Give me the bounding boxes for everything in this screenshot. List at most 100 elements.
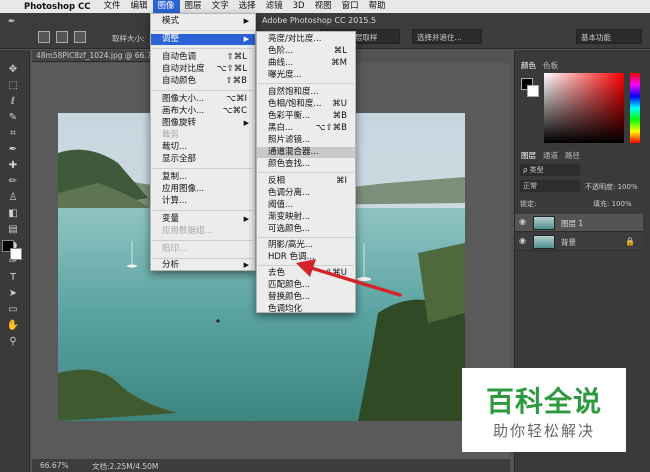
menu-item-vibrance[interactable]: 自然饱和度... bbox=[257, 87, 355, 98]
menu-item-variables[interactable]: 变量 ▶ bbox=[151, 214, 255, 225]
zoom-level[interactable]: 66.67% bbox=[40, 461, 69, 470]
menu-item-gradient-map[interactable]: 渐变映射... bbox=[257, 212, 355, 223]
panel-background-swatch[interactable] bbox=[527, 85, 539, 97]
eyedropper-tool-icon[interactable]: ✒ bbox=[8, 17, 16, 27]
menu-layer[interactable]: 图层 bbox=[180, 0, 207, 13]
menu-3d[interactable]: 3D bbox=[288, 0, 310, 13]
lasso-tool-icon[interactable]: ℓ bbox=[6, 96, 20, 108]
tab-color[interactable]: 颜色 bbox=[521, 60, 536, 71]
menu-shortcut: ⌥⇧⌘B bbox=[315, 123, 347, 133]
menu-item-auto-contrast[interactable]: 自动对比度 ⌥⇧⌘L bbox=[151, 64, 255, 75]
path-select-icon[interactable]: ➤ bbox=[6, 288, 20, 300]
workspace-select[interactable]: 基本功能 bbox=[576, 29, 642, 44]
menu-item-trim[interactable]: 裁切... bbox=[151, 142, 255, 153]
menu-window[interactable]: 窗口 bbox=[337, 0, 364, 13]
menu-item-image-size[interactable]: 图像大小... ⌥⌘I bbox=[151, 94, 255, 105]
select-and-mask-button[interactable]: 选择并遮住... bbox=[412, 29, 482, 44]
fill-field[interactable]: 填充: 100% bbox=[593, 199, 632, 209]
menu-item-trap[interactable]: 陷印... bbox=[151, 244, 255, 255]
clone-stamp-icon[interactable]: ♙ bbox=[6, 192, 20, 204]
menu-item-threshold[interactable]: 阈值... bbox=[257, 200, 355, 211]
menu-help[interactable]: 帮助 bbox=[364, 0, 391, 13]
menu-item-black-white[interactable]: 黑白... ⌥⇧⌘B bbox=[257, 123, 355, 134]
watermark-title: 百科全说 bbox=[485, 385, 602, 418]
brush-tool-icon[interactable]: ✏ bbox=[6, 176, 20, 188]
menu-file[interactable]: 文件 bbox=[99, 0, 126, 13]
hue-slider[interactable] bbox=[630, 73, 640, 143]
color-picker-field[interactable] bbox=[544, 73, 624, 143]
menu-item-label: 裁剪 bbox=[162, 130, 180, 140]
menu-item-label: 亮度/对比度... bbox=[268, 34, 322, 44]
tab-channels[interactable]: 通道 bbox=[543, 150, 558, 161]
crop-tool-icon[interactable]: ⌗ bbox=[6, 128, 20, 140]
layer-filter-kind[interactable]: ρ 类型 bbox=[520, 164, 580, 176]
subtract-selection-button[interactable] bbox=[74, 31, 86, 43]
menu-item-analysis[interactable]: 分析 ▶ bbox=[151, 260, 255, 271]
eye-icon[interactable]: ◉ bbox=[519, 217, 526, 226]
gradient-tool-icon[interactable]: ▤ bbox=[6, 224, 20, 236]
menu-item-calculations[interactable]: 计算... bbox=[151, 196, 255, 207]
menu-item-apply-data-set[interactable]: 应用数据组... bbox=[151, 226, 255, 237]
menu-item-label: 图像大小... bbox=[162, 94, 205, 104]
menu-filter[interactable]: 滤镜 bbox=[261, 0, 288, 13]
hand-tool-icon[interactable]: ✋ bbox=[6, 320, 20, 332]
opacity-field[interactable]: 不透明度: 100% bbox=[585, 182, 638, 192]
eraser-icon[interactable]: ◧ bbox=[6, 208, 20, 220]
menu-item-label: 色相/饱和度... bbox=[268, 99, 322, 109]
menu-view[interactable]: 视图 bbox=[310, 0, 337, 13]
healing-brush-icon[interactable]: ✚ bbox=[6, 160, 20, 172]
layer-row[interactable]: ◉ 图层 1 bbox=[515, 214, 643, 232]
menu-item-shadows-highlights[interactable]: 阴影/高光... bbox=[257, 240, 355, 251]
menu-item-brightness-contrast[interactable]: 亮度/对比度... bbox=[257, 34, 355, 45]
move-tool-icon[interactable]: ✥ bbox=[6, 64, 20, 76]
menu-item-curves[interactable]: 曲线... ⌘M bbox=[257, 58, 355, 69]
menu-item-channel-mixer[interactable]: 通道混合器... bbox=[257, 147, 355, 158]
zoom-tool-icon[interactable]: ⚲ bbox=[6, 336, 20, 348]
menu-shortcut: ⌥⌘I bbox=[226, 94, 247, 104]
menu-item-invert[interactable]: 反相 ⌘I bbox=[257, 176, 355, 187]
shape-tool-icon[interactable]: ▭ bbox=[6, 304, 20, 316]
add-selection-button[interactable] bbox=[56, 31, 68, 43]
menu-item-label: 可选颜色... bbox=[268, 224, 311, 234]
menu-image[interactable]: 图像 bbox=[152, 0, 180, 13]
quick-select-tool-icon[interactable]: ✎ bbox=[6, 112, 20, 124]
menu-edit[interactable]: 编辑 bbox=[126, 0, 153, 13]
menu-item-levels[interactable]: 色阶... ⌘L bbox=[257, 46, 355, 57]
background-color-swatch[interactable] bbox=[10, 248, 22, 260]
menu-item-color-balance[interactable]: 色彩平衡... ⌘B bbox=[257, 111, 355, 122]
tab-swatches[interactable]: 色板 bbox=[543, 60, 558, 71]
menu-item-canvas-size[interactable]: 画布大小... ⌥⌘C bbox=[151, 106, 255, 117]
blend-mode-select[interactable]: 正常 bbox=[520, 180, 580, 192]
eye-icon[interactable]: ◉ bbox=[519, 236, 526, 245]
layer-row[interactable]: ◉ 背景 🔒 bbox=[515, 233, 643, 251]
menu-item-image-rotation[interactable]: 图像旋转 ▶ bbox=[151, 118, 255, 129]
menu-item-posterize[interactable]: 色调分离... bbox=[257, 188, 355, 199]
menu-item-exposure[interactable]: 曝光度... bbox=[257, 70, 355, 81]
menu-item-label: 通道混合器... bbox=[268, 147, 319, 157]
new-selection-button[interactable] bbox=[38, 31, 50, 43]
app-name[interactable]: Photoshop CC bbox=[24, 2, 91, 12]
menu-select[interactable]: 选择 bbox=[234, 0, 261, 13]
menu-item-equalize[interactable]: 色调均化 bbox=[257, 304, 355, 315]
type-tool-icon[interactable]: T bbox=[6, 272, 20, 284]
tab-layers[interactable]: 图层 bbox=[521, 150, 536, 161]
menu-item-hue-saturation[interactable]: 色相/饱和度... ⌘U bbox=[257, 99, 355, 110]
menu-item-photo-filter[interactable]: 照片滤镜... bbox=[257, 135, 355, 146]
menu-item-duplicate[interactable]: 复制... bbox=[151, 172, 255, 183]
menu-item-selective-color[interactable]: 可选颜色... bbox=[257, 224, 355, 235]
menu-item-label: 陷印... bbox=[162, 244, 188, 254]
marquee-tool-icon[interactable]: ⬚ bbox=[6, 80, 20, 92]
menu-item-label: 曲线... bbox=[268, 58, 294, 68]
menu-item-adjustments[interactable]: 调整 ▶ bbox=[151, 34, 255, 45]
menu-item-apply-image[interactable]: 应用图像... bbox=[151, 184, 255, 195]
menu-item-auto-color[interactable]: 自动颜色 ⇧⌘B bbox=[151, 76, 255, 87]
menu-item-mode[interactable]: 模式 ▶ bbox=[151, 16, 255, 27]
menu-item-color-lookup[interactable]: 颜色查找... bbox=[257, 159, 355, 170]
menu-item-auto-tone[interactable]: 自动色调 ⇧⌘L bbox=[151, 52, 255, 63]
menu-item-crop[interactable]: 裁剪 bbox=[151, 130, 255, 141]
tab-paths[interactable]: 路径 bbox=[565, 150, 580, 161]
eyedropper-icon[interactable]: ✒ bbox=[6, 144, 20, 156]
menu-shortcut: ⌘U bbox=[332, 99, 347, 109]
menu-item-reveal-all[interactable]: 显示全部 bbox=[151, 154, 255, 165]
menu-type[interactable]: 文字 bbox=[207, 0, 234, 13]
